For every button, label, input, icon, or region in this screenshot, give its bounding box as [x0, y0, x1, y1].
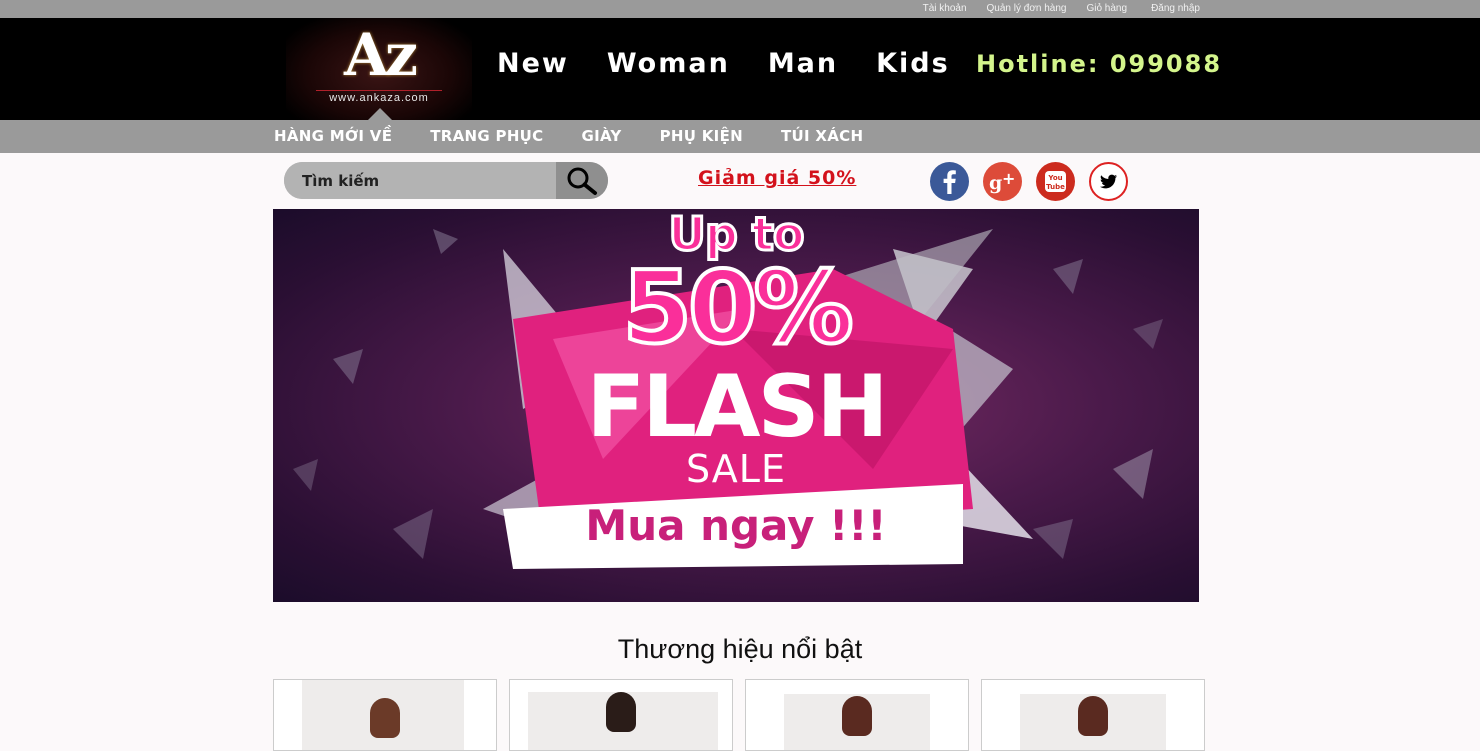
hotline: Hotline: 099088 — [976, 50, 1223, 78]
twitter-icon[interactable] — [1089, 162, 1128, 201]
discount-link[interactable]: Giảm giá 50% — [698, 167, 856, 189]
svg-text:+: + — [1002, 169, 1015, 188]
logo-url: www.ankaza.com — [329, 92, 429, 104]
svg-text:You: You — [1047, 174, 1062, 182]
category-accessories[interactable]: PHỤ KIỆN — [660, 120, 743, 153]
cart-link[interactable]: Giỏ hàng — [1086, 0, 1127, 18]
logo-divider — [316, 90, 442, 91]
category-shoes[interactable]: GIÀY — [581, 120, 621, 153]
category-bar: HÀNG MỚI VỀ TRANG PHỤC GIÀY PHỤ KIỆN TÚI… — [0, 120, 1480, 153]
brand-card[interactable] — [981, 679, 1205, 751]
logo-mark: Az — [344, 21, 418, 89]
banner-cta[interactable]: Mua ngay !!! — [273, 501, 1199, 550]
facebook-glyph — [943, 170, 956, 194]
svg-text:Tube: Tube — [1046, 183, 1065, 191]
twitter-glyph — [1093, 166, 1124, 197]
category-clothing[interactable]: TRANG PHỤC — [430, 120, 543, 153]
flash-sale-banner[interactable]: Up to 50% FLASH SALE Mua ngay !!! — [273, 209, 1199, 602]
order-management-link[interactable]: Quản lý đơn hàng — [987, 0, 1067, 18]
banner-flash: FLASH — [586, 357, 888, 457]
category-bags[interactable]: TÚI XÁCH — [781, 120, 863, 153]
search-box — [284, 162, 608, 199]
account-links: Tài khoản Quản lý đơn hàng Giỏ hàng Đăng… — [903, 0, 1200, 18]
model-photo — [842, 696, 872, 736]
model-photo — [1078, 696, 1108, 736]
brand-card[interactable] — [509, 679, 733, 751]
youtube-glyph: You Tube — [1045, 171, 1066, 192]
brand-card[interactable] — [273, 679, 497, 751]
login-link[interactable]: Đăng nhập — [1151, 0, 1200, 18]
site-logo[interactable]: Az www.ankaza.com — [286, 18, 472, 120]
top-utility-bar: Tài khoản Quản lý đơn hàng Giỏ hàng Đăng… — [0, 0, 1480, 18]
facebook-icon[interactable] — [930, 162, 969, 201]
svg-text:g: g — [989, 172, 1002, 194]
search-input[interactable] — [284, 162, 556, 199]
youtube-icon[interactable]: You Tube — [1036, 162, 1075, 201]
nav-woman[interactable]: Woman — [607, 48, 730, 79]
active-caret-icon — [368, 108, 392, 120]
banner-percent: 50% — [620, 247, 855, 368]
model-photo — [370, 698, 400, 738]
category-new-arrivals[interactable]: HÀNG MỚI VỀ — [274, 120, 392, 153]
google-plus-glyph: g + — [989, 169, 1015, 194]
model-photo — [606, 692, 636, 732]
brand-cards — [273, 679, 1205, 751]
social-links: g + You Tube — [930, 162, 1142, 201]
category-menu: HÀNG MỚI VỀ TRANG PHỤC GIÀY PHỤ KIỆN TÚI… — [274, 120, 901, 153]
nav-kids[interactable]: Kids — [876, 48, 950, 79]
search-icon — [567, 167, 597, 195]
main-nav: New Woman Man Kids — [497, 48, 988, 79]
featured-brands-title: Thương hiệu nổi bật — [617, 634, 863, 664]
nav-man[interactable]: Man — [768, 48, 838, 79]
nav-new[interactable]: New — [497, 48, 569, 79]
search-button[interactable] — [556, 162, 608, 199]
google-plus-icon[interactable]: g + — [983, 162, 1022, 201]
site-header: Az www.ankaza.com New Woman Man Kids Hot… — [0, 18, 1480, 120]
brand-card[interactable] — [745, 679, 969, 751]
banner-sale: SALE — [685, 447, 786, 491]
account-link[interactable]: Tài khoản — [923, 0, 967, 18]
